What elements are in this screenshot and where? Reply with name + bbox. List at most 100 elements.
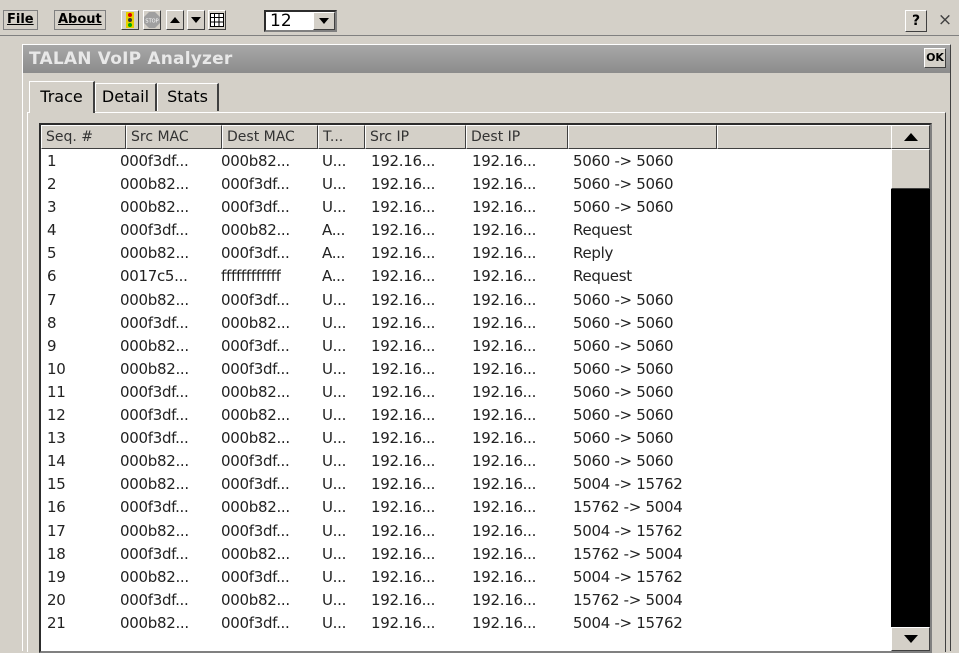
tab-trace[interactable]: Trace bbox=[29, 81, 95, 113]
svg-text:STOP: STOP bbox=[145, 19, 158, 25]
arrow-up-icon bbox=[903, 133, 918, 141]
cell-src-mac: 000b82... bbox=[120, 244, 189, 263]
table-row[interactable]: 10 000b82... 000f3df... U... 192.16... 192.16… bbox=[41, 358, 891, 381]
stop-button[interactable]: STOP bbox=[143, 10, 161, 30]
menu-about[interactable]: About bbox=[54, 10, 106, 30]
table-row[interactable]: 2 000b82... 000f3df... U... 192.16... 192.16.… bbox=[41, 173, 891, 196]
table-row[interactable]: 12 000f3df... 000b82... U... 192.16... 192.16… bbox=[41, 404, 891, 427]
table-row[interactable]: 20 000f3df... 000b82... U... 192.16... 192.16… bbox=[41, 589, 891, 612]
table-row[interactable]: 4 000f3df... 000b82... A... 192.16... 192.16.… bbox=[41, 219, 891, 242]
column-header-filler bbox=[717, 125, 891, 149]
cell-dest-mac: ffffffffffff bbox=[221, 267, 281, 286]
cell-src-mac: 000f3df... bbox=[120, 406, 189, 425]
column-header-info[interactable] bbox=[568, 125, 717, 149]
table-row[interactable]: 15 000b82... 000f3df... U... 192.16... 192.16… bbox=[41, 473, 891, 496]
cell-type: A... bbox=[322, 267, 346, 286]
cell-info: 5060 -> 5060 bbox=[573, 452, 674, 471]
cell-src-mac: 000f3df... bbox=[120, 382, 189, 401]
column-header-seq[interactable]: Seq. # bbox=[41, 125, 126, 149]
grid-button[interactable] bbox=[208, 10, 226, 30]
cell-dest-mac: 000b82... bbox=[221, 382, 290, 401]
cell-type: U... bbox=[322, 382, 347, 401]
table-row[interactable]: 6 0017c5... ffffffffffff A... 192.16... 192.1… bbox=[41, 265, 891, 288]
column-header-dest-mac[interactable]: Dest MAC bbox=[222, 125, 318, 149]
table-row[interactable]: 7 000b82... 000f3df... U... 192.16... 192.16.… bbox=[41, 289, 891, 312]
cell-dest-mac: 000b82... bbox=[221, 544, 290, 563]
cell-src-ip: 192.16... bbox=[371, 198, 436, 217]
cell-dest-ip: 192.16... bbox=[472, 544, 537, 563]
cell-type: A... bbox=[322, 244, 346, 263]
tab-stats[interactable]: Stats bbox=[157, 83, 219, 111]
column-header-dest-ip[interactable]: Dest IP bbox=[466, 125, 568, 149]
cell-dest-ip: 192.16... bbox=[472, 359, 537, 378]
table-row[interactable]: 16 000f3df... 000b82... U... 192.16... 192.16… bbox=[41, 496, 891, 519]
cell-dest-mac: 000b82... bbox=[221, 406, 290, 425]
cell-type: U... bbox=[322, 336, 347, 355]
scroll-thumb[interactable] bbox=[891, 149, 930, 189]
cell-dest-ip: 192.16... bbox=[472, 267, 537, 286]
cell-seq: 2 bbox=[47, 175, 57, 194]
menu-file[interactable]: File bbox=[3, 10, 38, 30]
cell-src-ip: 192.16... bbox=[371, 221, 436, 240]
table-row[interactable]: 1 000f3df... 000b82... U... 192.16... 192.16.… bbox=[41, 150, 891, 173]
cell-info: 5060 -> 5060 bbox=[573, 429, 674, 448]
scroll-down-button[interactable] bbox=[187, 10, 205, 30]
cell-dest-ip: 192.16... bbox=[472, 175, 537, 194]
ok-button[interactable]: OK bbox=[924, 48, 946, 68]
cell-type: U... bbox=[322, 567, 347, 586]
list-rows: 1 000f3df... 000b82... U... 192.16... 192.16.… bbox=[41, 150, 891, 635]
scroll-down-arrow[interactable] bbox=[891, 627, 930, 651]
cell-info: 5004 -> 15762 bbox=[573, 521, 683, 540]
table-row[interactable]: 18 000f3df... 000b82... U... 192.16... 192.16… bbox=[41, 543, 891, 566]
cell-info: 5060 -> 5060 bbox=[573, 406, 674, 425]
scroll-up-button[interactable] bbox=[166, 10, 184, 30]
scroll-up-arrow[interactable] bbox=[891, 125, 930, 149]
cell-src-ip: 192.16... bbox=[371, 590, 436, 609]
cell-seq: 4 bbox=[47, 221, 57, 240]
table-row[interactable]: 17 000b82... 000f3df... U... 192.16... 192.16… bbox=[41, 520, 891, 543]
cell-dest-ip: 192.16... bbox=[472, 290, 537, 309]
cell-type: U... bbox=[322, 429, 347, 448]
cell-seq: 21 bbox=[47, 613, 66, 632]
packet-list[interactable]: Seq. # Src MAC Dest MAC T... Src IP Dest… bbox=[39, 123, 932, 653]
table-row[interactable]: 14 000b82... 000f3df... U... 192.16... 192.16… bbox=[41, 450, 891, 473]
column-header-type[interactable]: T... bbox=[318, 125, 365, 149]
table-row[interactable]: 13 000f3df... 000b82... U... 192.16... 192.16… bbox=[41, 427, 891, 450]
column-header-src-ip[interactable]: Src IP bbox=[365, 125, 466, 149]
tab-detail[interactable]: Detail bbox=[95, 83, 157, 111]
table-row[interactable]: 9 000b82... 000f3df... U... 192.16... 192.16.… bbox=[41, 335, 891, 358]
cell-type: U... bbox=[322, 613, 347, 632]
help-button[interactable]: ? bbox=[905, 10, 927, 32]
cell-seq: 7 bbox=[47, 290, 57, 309]
cell-src-ip: 192.16... bbox=[371, 175, 436, 194]
cell-info: 5060 -> 5060 bbox=[573, 359, 674, 378]
cell-src-mac: 000f3df... bbox=[120, 221, 189, 240]
table-row[interactable]: 5 000b82... 000f3df... A... 192.16... 192.16.… bbox=[41, 242, 891, 265]
zoom-select[interactable]: 12 bbox=[264, 10, 337, 32]
table-row[interactable]: 3 000b82... 000f3df... U... 192.16... 192.16.… bbox=[41, 196, 891, 219]
cell-src-mac: 000b82... bbox=[120, 567, 189, 586]
cell-seq: 17 bbox=[47, 521, 66, 540]
vertical-scrollbar[interactable] bbox=[891, 125, 930, 651]
cell-info: Request bbox=[573, 267, 632, 286]
cell-src-mac: 000b82... bbox=[120, 452, 189, 471]
zoom-dropdown-button[interactable] bbox=[313, 12, 335, 30]
cell-dest-mac: 000f3df... bbox=[221, 452, 290, 471]
traffic-light-button[interactable] bbox=[121, 10, 139, 30]
cell-type: U... bbox=[322, 544, 347, 563]
close-button[interactable]: × bbox=[934, 10, 956, 32]
table-row[interactable]: 8 000f3df... 000b82... U... 192.16... 192.16.… bbox=[41, 312, 891, 335]
cell-seq: 6 bbox=[47, 267, 57, 286]
column-header-src-mac[interactable]: Src MAC bbox=[126, 125, 222, 149]
table-row[interactable]: 11 000f3df... 000b82... U... 192.16... 192.16… bbox=[41, 381, 891, 404]
cell-dest-mac: 000f3df... bbox=[221, 290, 290, 309]
cell-dest-ip: 192.16... bbox=[472, 198, 537, 217]
table-row[interactable]: 19 000b82... 000f3df... U... 192.16... 192.16… bbox=[41, 566, 891, 589]
cell-src-mac: 000b82... bbox=[120, 175, 189, 194]
cell-type: U... bbox=[322, 498, 347, 517]
cell-src-mac: 000f3df... bbox=[120, 313, 189, 332]
cell-dest-mac: 000b82... bbox=[221, 498, 290, 517]
table-row[interactable]: 21 000b82... 000f3df... U... 192.16... 192.16… bbox=[41, 612, 891, 635]
cell-src-ip: 192.16... bbox=[371, 313, 436, 332]
arrow-down-icon bbox=[191, 17, 201, 23]
